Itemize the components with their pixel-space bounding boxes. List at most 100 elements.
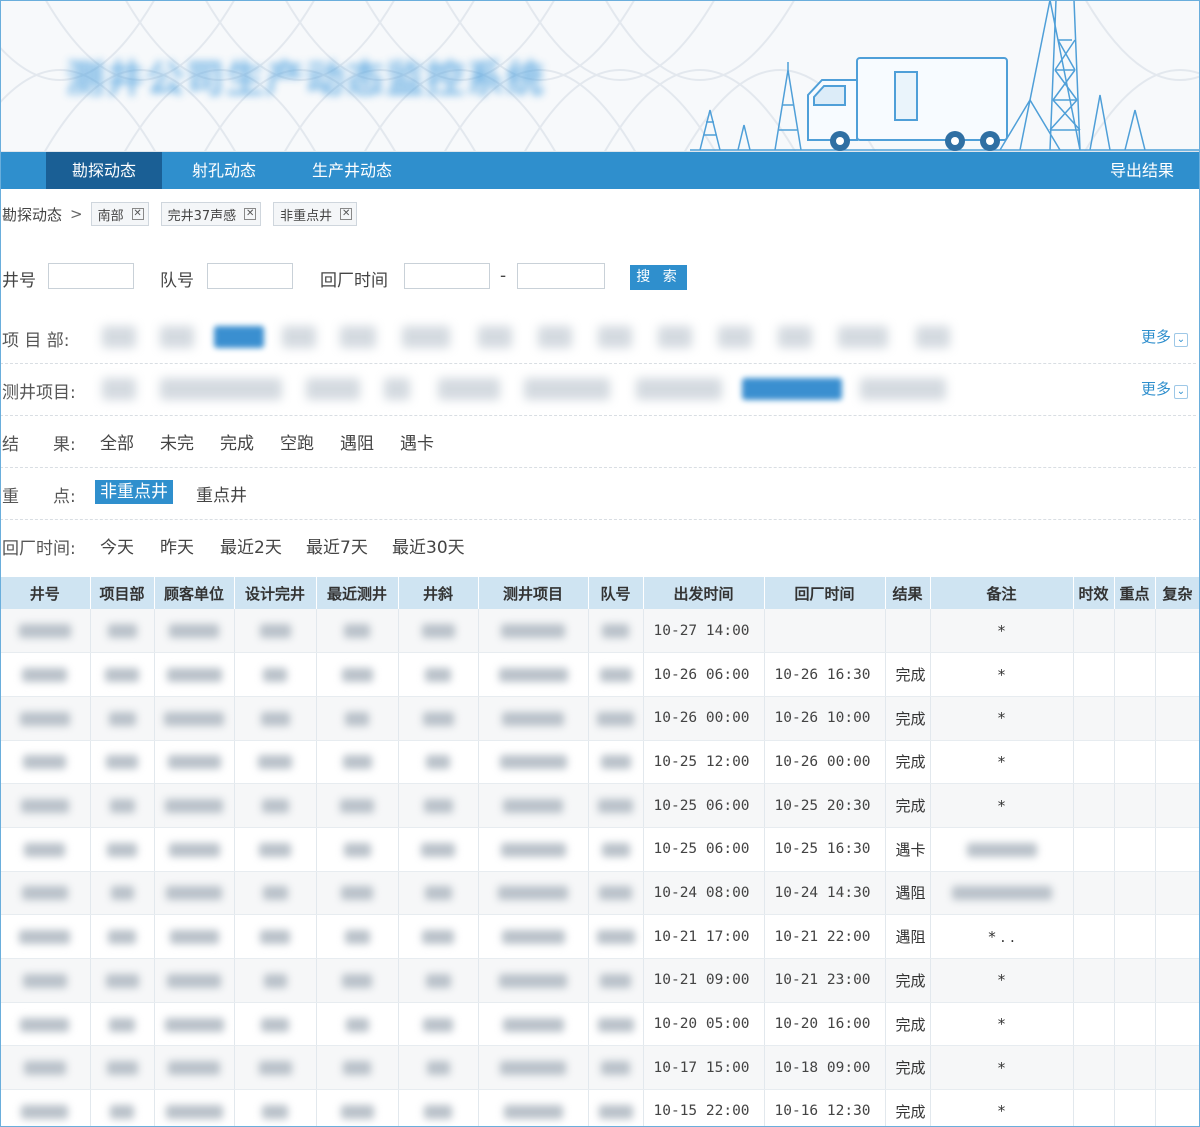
export-results-button[interactable]: 导出结果 [1110,152,1174,189]
return-time-option-yesterday[interactable]: 昨天 [160,533,194,558]
department-option-blurred[interactable] [478,326,512,348]
redacted-text [169,930,219,945]
table-row[interactable]: 10-25 06:00 10-25 16:30 遇卡 [0,827,1200,872]
remove-tag-icon[interactable]: ✕ [340,208,353,220]
result-option-unfinished[interactable]: 未完 [160,429,194,454]
table-row[interactable]: 10-20 05:00 10-20 16:00 完成 * [0,1002,1200,1047]
logging-item-option-blurred[interactable] [160,378,282,400]
result-option-stuck[interactable]: 遇卡 [400,429,434,454]
redacted-cell [316,696,399,741]
redacted-text [20,799,69,814]
department-option-blurred[interactable] [538,326,572,348]
table-row[interactable]: 10-25 06:00 10-25 20:30 完成 * [0,783,1200,828]
return-time-option-7days[interactable]: 最近7天 [306,533,368,558]
column-header[interactable]: 重点 [1114,577,1156,609]
remove-tag-icon[interactable]: ✕ [244,208,257,220]
column-header[interactable]: 测井项目 [478,577,589,609]
column-header[interactable]: 复杂 [1155,577,1200,609]
redacted-text [22,668,68,683]
redacted-text [498,668,568,683]
table-row[interactable]: 10-24 08:00 10-24 14:30 遇阻 [0,871,1200,916]
key-flag-cell [1114,783,1156,828]
column-header[interactable]: 出发时间 [643,577,765,609]
logging-item-more-link[interactable]: 更多 ⌄ [1141,378,1188,399]
return-time-to-input[interactable] [517,263,605,289]
redacted-text [110,1104,134,1119]
column-header[interactable]: 回厂时间 [764,577,886,609]
logging-item-option-blurred[interactable] [102,378,136,400]
search-button[interactable]: 搜 索 [630,265,687,290]
redacted-text [344,930,370,945]
department-option-blurred[interactable] [838,326,888,348]
table-row[interactable]: 10-25 12:00 10-26 00:00 完成 * [0,740,1200,785]
result-option-all[interactable]: 全部 [100,429,134,454]
column-header[interactable]: 备注 [930,577,1074,609]
column-header[interactable]: 最近测井 [316,577,399,609]
column-header[interactable]: 井斜 [398,577,479,609]
department-option-blurred[interactable] [778,326,812,348]
redacted-cell [90,958,155,1003]
team-number-label: 队号 [160,271,194,291]
column-header[interactable]: 时效 [1073,577,1115,609]
department-option-blurred[interactable] [658,326,692,348]
redacted-cell [316,652,399,697]
logging-item-option-blurred[interactable] [438,378,500,400]
redacted-cell [316,609,399,654]
result-option-blocked[interactable]: 遇阻 [340,429,374,454]
redacted-cell [588,740,644,785]
redacted-cell [154,1089,235,1127]
departure-time-cell: 10-21 09:00 [643,958,765,1003]
column-header[interactable]: 设计完井 [234,577,317,609]
tab-exploration[interactable]: 勘探动态 [46,152,162,189]
column-header[interactable]: 顾客单位 [154,577,235,609]
redacted-text [600,973,631,988]
redacted-cell [234,827,317,872]
breadcrumb-root[interactable]: 勘探动态 [2,204,62,225]
table-row[interactable]: 10-26 06:00 10-26 16:30 完成 * [0,652,1200,697]
department-more-link[interactable]: 更多 ⌄ [1141,326,1188,347]
logging-item-option-blurred[interactable] [306,378,360,400]
column-header[interactable]: 井号 [0,577,91,609]
table-row[interactable]: 10-17 15:00 10-18 09:00 完成 * [0,1045,1200,1091]
timeliness-cell [1073,696,1115,741]
logging-item-option-blurred[interactable] [524,378,610,400]
team-number-input[interactable] [207,263,293,289]
table-row[interactable]: 10-26 00:00 10-26 10:00 完成 * [0,696,1200,741]
result-option-finished[interactable]: 完成 [220,429,254,454]
department-option-blurred[interactable] [916,326,950,348]
complex-flag-cell [1155,914,1200,959]
column-header[interactable]: 队号 [588,577,644,609]
result-option-empty-run[interactable]: 空跑 [280,429,314,454]
department-option-blurred[interactable] [340,326,376,348]
table-row[interactable]: 10-15 22:00 10-16 12:30 完成 * [0,1089,1200,1127]
remove-tag-icon[interactable]: ✕ [131,208,144,220]
tab-perforation[interactable]: 射孔动态 [170,152,278,189]
table-row[interactable]: 10-21 17:00 10-21 22:00 遇阻 * . . [0,914,1200,959]
logging-item-option-selected-blurred[interactable] [742,378,842,400]
department-option-selected-blurred[interactable] [214,326,264,348]
redacted-text [423,799,453,814]
table-row[interactable]: 10-21 09:00 10-21 23:00 完成 * [0,958,1200,1003]
return-time-from-input[interactable] [404,263,490,289]
column-header[interactable]: 结果 [885,577,931,609]
key-option-key[interactable]: 重点井 [196,481,247,506]
department-option-blurred[interactable] [718,326,752,348]
tab-production-well[interactable]: 生产井动态 [290,152,414,189]
redacted-text [261,1017,289,1032]
department-option-blurred[interactable] [160,326,194,348]
department-option-blurred[interactable] [402,326,450,348]
table-row[interactable]: 10-27 14:00 * [0,609,1200,654]
department-option-blurred[interactable] [102,326,136,348]
well-number-input[interactable] [48,263,134,289]
logging-item-option-blurred[interactable] [384,378,410,400]
column-header[interactable]: 项目部 [90,577,155,609]
logging-item-option-blurred[interactable] [636,378,722,400]
return-time-option-2days[interactable]: 最近2天 [220,533,282,558]
return-time-option-30days[interactable]: 最近30天 [392,533,465,558]
department-option-blurred[interactable] [282,326,316,348]
return-time-option-today[interactable]: 今天 [100,533,134,558]
department-option-blurred[interactable] [598,326,632,348]
key-option-non-key[interactable]: 非重点井 [95,480,173,504]
logging-item-option-blurred[interactable] [860,378,946,400]
redacted-text [424,1104,452,1119]
